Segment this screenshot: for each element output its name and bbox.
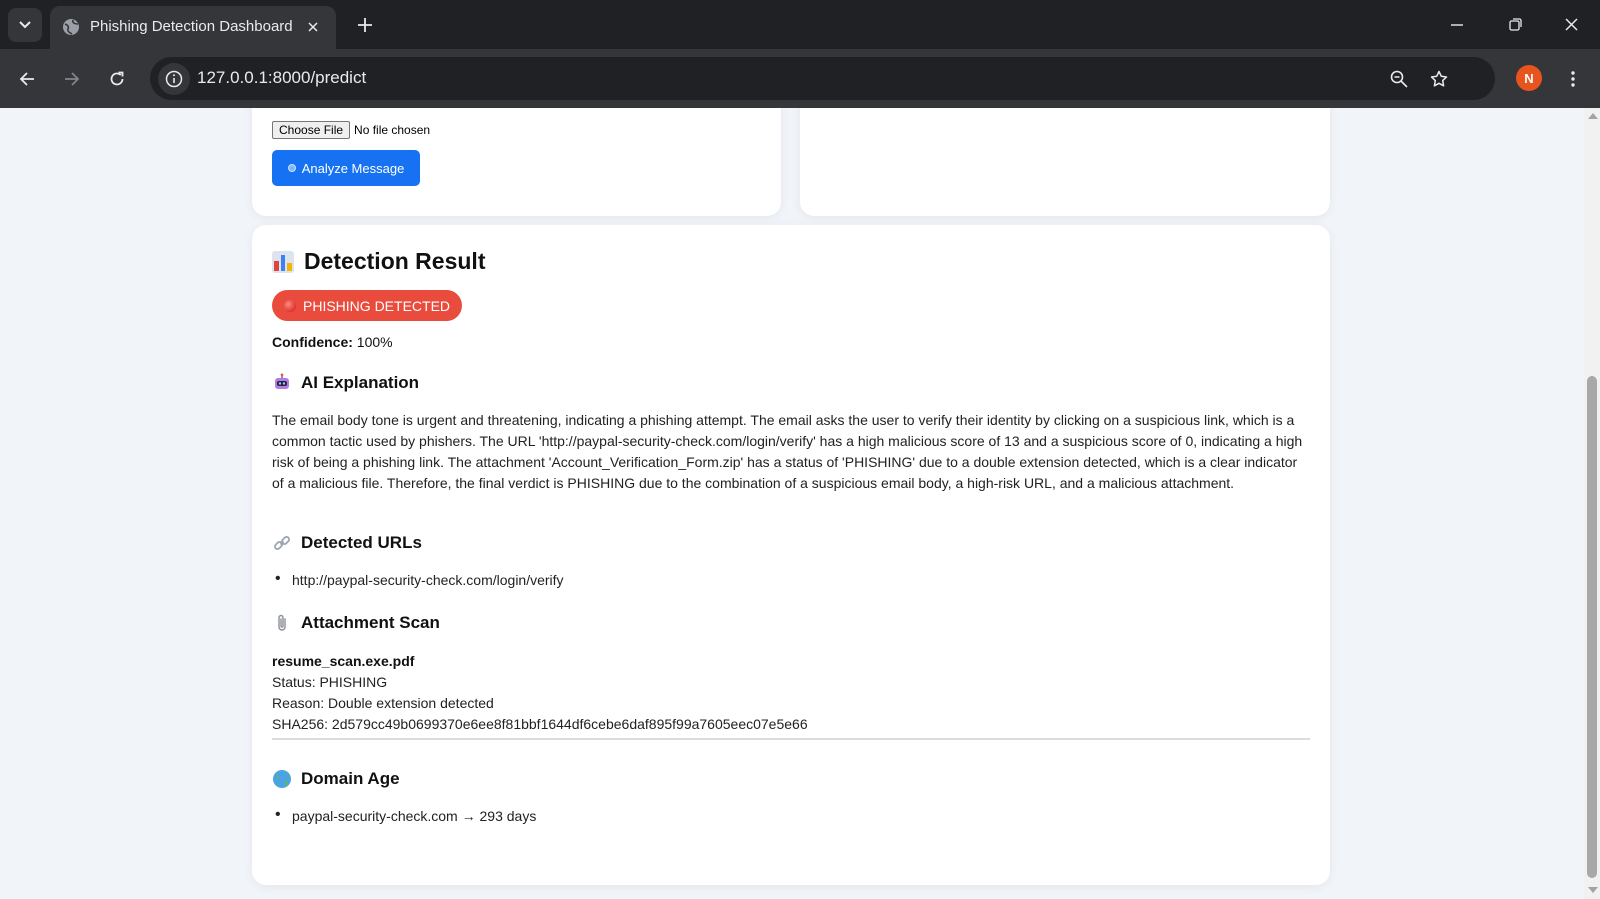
browser-toolbar: 127.0.0.1:8000/predict N xyxy=(0,49,1600,108)
new-tab-button[interactable] xyxy=(350,10,380,40)
address-bar[interactable]: 127.0.0.1:8000/predict xyxy=(150,57,1495,100)
info-icon xyxy=(165,70,183,88)
arrow-right-icon xyxy=(65,72,80,86)
choose-file-button[interactable]: Choose File xyxy=(272,121,351,139)
close-tab-button[interactable] xyxy=(300,14,326,40)
confidence-line: Confidence: 100% xyxy=(272,334,393,350)
result-title: Detection Result xyxy=(304,248,486,274)
analyze-button-label: Analyze Message xyxy=(301,160,405,176)
detected-urls-title: Detected URLs xyxy=(301,533,422,552)
ai-explanation-heading: AI Explanation xyxy=(272,373,419,393)
arrow-left-icon xyxy=(19,72,34,86)
domain-age-title: Domain Age xyxy=(301,769,400,788)
minimize-icon xyxy=(1451,23,1463,26)
browser-tab[interactable]: Phishing Detection Dashboard xyxy=(50,6,336,49)
reload-button[interactable] xyxy=(101,63,133,95)
plus-icon xyxy=(358,18,372,32)
section-divider xyxy=(272,738,1310,740)
ai-explanation-text: The email body tone is urgent and threat… xyxy=(272,412,1303,491)
detection-result-card: Detection Result PHISHING DETECTED Confi… xyxy=(252,225,1330,885)
robot-icon xyxy=(272,373,292,393)
confidence-value: 100% xyxy=(356,334,393,350)
domain-age-heading: Domain Age xyxy=(272,769,400,789)
attachment-details: resume_scan.exe.pdf Status: PHISHING Rea… xyxy=(272,651,808,735)
more-vertical-icon xyxy=(1571,71,1575,87)
star-icon xyxy=(1430,70,1448,87)
detected-urls-heading: Detected URLs xyxy=(272,533,422,553)
url-text[interactable]: 127.0.0.1:8000/predict xyxy=(197,68,366,88)
upload-card: Choose File No file chosen Analyze Messa… xyxy=(252,108,781,216)
url-list-item: http://paypal-security-check.com/login/v… xyxy=(275,570,564,588)
side-card xyxy=(800,108,1330,216)
minimize-button[interactable] xyxy=(1428,0,1486,49)
bar-chart-icon xyxy=(272,250,294,273)
browser-menu-button[interactable] xyxy=(1557,63,1589,95)
domain-list-item: paypal-security-check.com → 293 days xyxy=(275,806,536,824)
reload-icon xyxy=(110,71,124,86)
attachment-scan-title: Attachment Scan xyxy=(301,613,440,632)
chevron-down-icon xyxy=(19,21,31,29)
link-icon xyxy=(272,533,292,553)
confidence-label: Confidence: xyxy=(272,334,353,350)
ai-explanation-title: AI Explanation xyxy=(301,373,420,392)
scroll-thumb[interactable] xyxy=(1587,376,1597,878)
page-scrollbar[interactable] xyxy=(1584,108,1600,899)
attachment-scan-heading: Attachment Scan xyxy=(272,613,440,633)
page-viewport: Choose File No file chosen Analyze Messa… xyxy=(0,108,1584,899)
close-window-button[interactable] xyxy=(1542,0,1600,49)
analyze-button[interactable]: Analyze Message xyxy=(272,150,420,186)
result-heading: Detection Result xyxy=(272,248,485,275)
verdict-text: PHISHING DETECTED xyxy=(303,297,451,314)
paperclip-icon xyxy=(272,613,292,633)
zoom-out-icon xyxy=(1390,70,1408,88)
bookmark-button[interactable] xyxy=(1423,63,1455,95)
zoom-button[interactable] xyxy=(1383,63,1415,95)
globe-icon xyxy=(63,19,79,35)
verdict-badge: PHISHING DETECTED xyxy=(272,290,463,321)
site-info-button[interactable] xyxy=(158,63,190,95)
attachment-status: Status: PHISHING xyxy=(272,674,388,690)
red-circle-icon xyxy=(284,299,296,312)
file-status: No file chosen xyxy=(354,123,431,137)
tab-title: Phishing Detection Dashboard xyxy=(90,18,293,35)
profile-avatar[interactable]: N xyxy=(1516,65,1542,91)
globe-icon xyxy=(272,769,292,789)
restore-icon xyxy=(1508,18,1522,31)
scroll-down-arrow-icon[interactable] xyxy=(1588,887,1598,893)
close-icon xyxy=(1564,18,1578,31)
tab-search-button[interactable] xyxy=(8,8,42,42)
search-icon xyxy=(287,164,296,172)
file-input[interactable]: Choose File No file chosen xyxy=(272,121,430,139)
attachment-sha256: SHA256: 2d579cc49b0699370e6ee8f81bbf1644… xyxy=(272,716,808,732)
restore-button[interactable] xyxy=(1486,0,1544,49)
attachment-filename: resume_scan.exe.pdf xyxy=(272,653,415,669)
forward-button[interactable] xyxy=(56,63,88,95)
tab-strip: Phishing Detection Dashboard xyxy=(0,0,1600,49)
close-icon xyxy=(308,22,318,32)
scroll-up-arrow-icon[interactable] xyxy=(1588,113,1598,119)
attachment-reason: Reason: Double extension detected xyxy=(272,695,494,711)
back-button[interactable] xyxy=(11,63,43,95)
